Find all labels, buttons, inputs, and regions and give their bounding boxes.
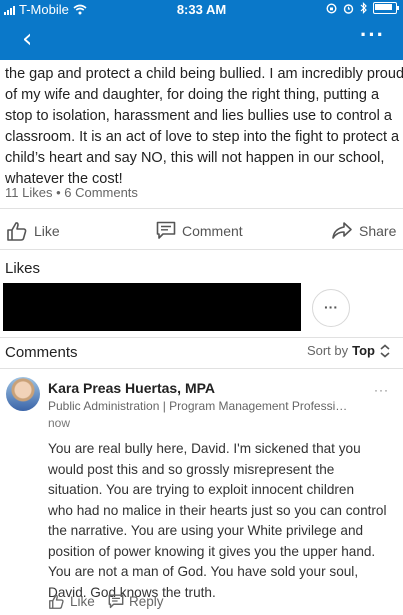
post-body: the gap and protect a child being bullie… [5,64,403,190]
sort-value: Top [352,343,375,358]
like-button[interactable]: Like [6,221,60,241]
likers-redacted-block[interactable] [3,283,301,331]
thumbs-up-icon [49,594,64,609]
comment-label: Comment [182,222,243,239]
divider [0,337,403,338]
comments-heading: Comments [5,344,78,361]
comment-button[interactable]: Comment [156,221,243,240]
sort-label: Sort by [306,343,349,358]
commenter-avatar[interactable] [6,377,40,411]
status-bar: T-Mobile 8:33 AM [0,0,403,20]
share-label: Share [359,222,397,239]
comment-line: who had no malice in their hearts just s… [48,502,387,518]
post-line: the gap and protect a child being bullie… [5,66,403,82]
comment-reply-button[interactable]: Reply [108,594,164,609]
battery-icon [373,2,399,14]
more-likers-button[interactable]: ··· [312,289,350,327]
divider [0,208,403,209]
bluetooth-icon [360,2,367,14]
comment-line: situation. You are trying to exploit inn… [48,482,355,497]
sort-control[interactable]: Sort by Top [307,343,391,358]
share-arrow-icon [332,222,352,239]
thumbs-up-icon [7,222,27,241]
like-label: Like [34,223,60,239]
comment-line: You are not a man of God. You have sold … [48,564,359,579]
comment-body: You are real bully here, David. I'm sick… [48,439,398,603]
comment-line: David. God knows the truth. [48,584,216,600]
social-counts[interactable]: 11 Likes • 6 Comments [5,185,138,200]
commenter-headline: Public Administration | Program Manageme… [48,399,348,413]
likes-heading: Likes [5,260,41,277]
comment-line: position of power knowing it gives you t… [48,543,376,559]
divider [0,368,403,369]
comment-line: the narrative. You are using your White … [48,523,364,538]
more-options-icon[interactable]: ··· [360,22,385,48]
status-icons [326,2,399,14]
post-line: classroom. It is an act of love to step … [5,129,400,145]
rotation-lock-icon [326,2,337,14]
comment-timestamp: now [48,416,71,430]
share-button[interactable]: Share [331,221,396,240]
alarm-icon [343,3,354,14]
post-line: child’s heart and say NO, this will not … [5,150,385,166]
post-line: of my wife and daughter, for doing the r… [5,87,380,103]
comment-more-button[interactable]: ··· [374,383,389,397]
comment-line: You are real bully here, David. I'm sick… [48,441,361,456]
comment-like-button[interactable]: Like [48,594,95,609]
post-line: stop to isolation, harassment and lies b… [5,108,392,124]
commenter-name[interactable]: Kara Preas Huertas, MPA [48,380,215,396]
reply-icon [108,594,124,609]
divider [0,249,403,250]
top-nav-bar: ‹ ··· [0,20,403,60]
comment-line: would post this and so grossly misrepres… [48,461,335,477]
comment-icon [156,221,176,239]
comment-reply-label: Reply [129,594,164,609]
sort-chevrons-icon [380,343,390,358]
back-chevron-icon[interactable]: ‹ [22,26,32,52]
comment-like-label: Like [70,594,95,609]
